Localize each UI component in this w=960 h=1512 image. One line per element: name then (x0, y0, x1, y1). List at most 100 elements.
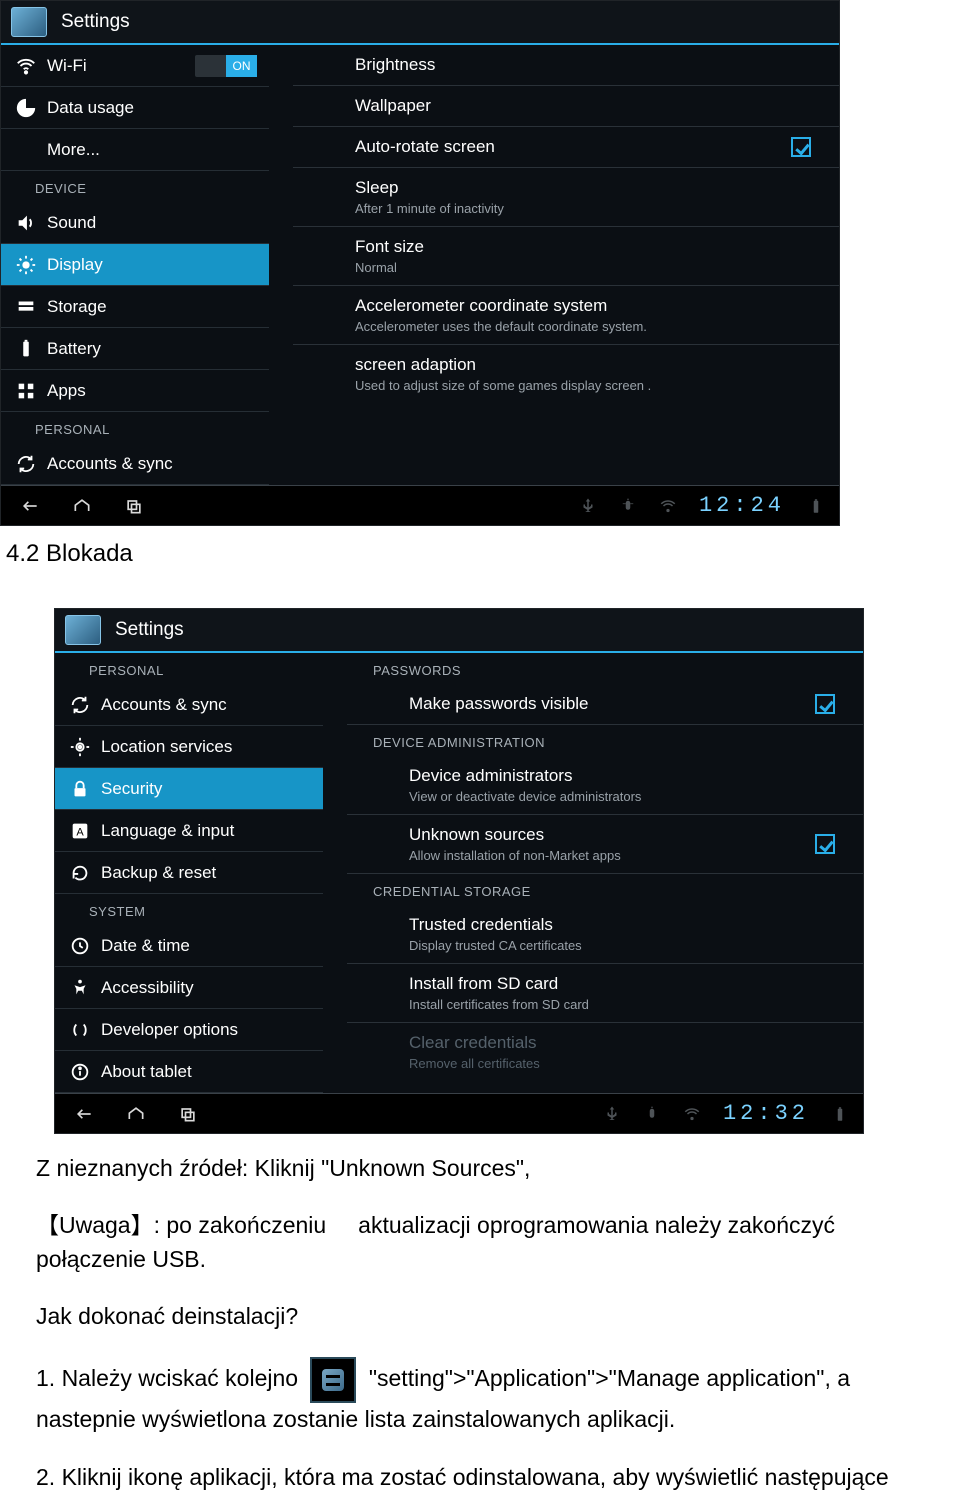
doc-uninstall-question: Jak dokonać deinstalacji? (36, 1300, 924, 1333)
sidebar-item-wifi[interactable]: Wi-Fi ON (1, 45, 269, 87)
section-header-personal: PERSONAL (55, 653, 323, 684)
system-navbar: 12:24 (1, 485, 839, 525)
sync-icon (69, 694, 91, 716)
sidebar-item-label: Display (47, 255, 257, 275)
settings-app-icon (65, 615, 101, 645)
setting-title: Font size (355, 237, 799, 257)
section-header-device: DEVICE (1, 171, 269, 202)
back-icon[interactable] (69, 1104, 99, 1124)
setting-font-size[interactable]: Font size Normal (293, 227, 839, 286)
info-icon (69, 1061, 91, 1083)
lock-icon (69, 778, 91, 800)
security-settings-panel: PASSWORDS Make passwords visible DEVICE … (323, 653, 863, 1093)
doc-uwaga-left: 【Uwaga】: po zakończeniu (36, 1212, 326, 1238)
usb-icon (579, 497, 597, 515)
home-icon[interactable] (67, 496, 97, 516)
setting-clear-credentials: Clear credentials Remove all certificate… (347, 1023, 863, 1081)
recent-apps-icon[interactable] (119, 496, 149, 516)
sidebar-item-security[interactable]: Security (55, 768, 323, 810)
setting-screen-adaption[interactable]: screen adaption Used to adjust size of s… (293, 345, 839, 403)
settings-app-icon (310, 1357, 356, 1403)
checkbox-icon[interactable] (791, 137, 811, 157)
setting-trusted-credentials[interactable]: Trusted credentials Display trusted CA c… (347, 905, 863, 964)
sidebar-item-language[interactable]: A Language & input (55, 810, 323, 852)
setting-subtitle: Remove all certificates (409, 1056, 823, 1071)
sidebar-item-label: Sound (47, 213, 257, 233)
setting-make-passwords-visible[interactable]: Make passwords visible (347, 684, 863, 725)
sidebar-item-accounts[interactable]: Accounts & sync (1, 443, 269, 485)
sidebar-item-accessibility[interactable]: Accessibility (55, 967, 323, 1009)
accessibility-icon (69, 977, 91, 999)
sidebar-item-accounts[interactable]: Accounts & sync (55, 684, 323, 726)
setting-wallpaper[interactable]: Wallpaper (293, 86, 839, 127)
setting-accelerometer[interactable]: Accelerometer coordinate system Accelero… (293, 286, 839, 345)
section-header-system: SYSTEM (55, 894, 323, 925)
sidebar-item-developer[interactable]: Developer options (55, 1009, 323, 1051)
sync-icon (15, 453, 37, 475)
apps-icon (15, 380, 37, 402)
settings-sidebar: PERSONAL Accounts & sync Location servic… (55, 653, 323, 1093)
data-usage-icon (15, 97, 37, 119)
sidebar-item-label: About tablet (101, 1062, 311, 1082)
navbar-clock: 12:24 (699, 493, 785, 518)
setting-subtitle: Display trusted CA certificates (409, 938, 823, 953)
setting-subtitle: Install certificates from SD card (409, 997, 823, 1012)
sidebar-item-about[interactable]: About tablet (55, 1051, 323, 1093)
sidebar-item-backup[interactable]: Backup & reset (55, 852, 323, 894)
doc-step-2: 2. Kliknij ikonę aplikacji, która ma zos… (36, 1461, 924, 1494)
debugging-icon (643, 1105, 661, 1123)
setting-title: Unknown sources (409, 825, 823, 845)
sidebar-item-data-usage[interactable]: Data usage (1, 87, 269, 129)
sidebar-item-battery[interactable]: Battery (1, 328, 269, 370)
checkbox-icon[interactable] (815, 834, 835, 854)
setting-title: Brightness (355, 55, 799, 75)
sidebar-item-label: Apps (47, 381, 257, 401)
svg-text:A: A (76, 826, 84, 838)
sidebar-item-label: Location services (101, 737, 311, 757)
sidebar-item-apps[interactable]: Apps (1, 370, 269, 412)
setting-title: Wallpaper (355, 96, 799, 116)
checkbox-icon[interactable] (815, 694, 835, 714)
setting-install-sd[interactable]: Install from SD card Install certificate… (347, 964, 863, 1023)
sidebar-item-label: Developer options (101, 1020, 311, 1040)
wifi-toggle[interactable]: ON (195, 55, 257, 77)
setting-sleep[interactable]: Sleep After 1 minute of inactivity (293, 168, 839, 227)
setting-device-administrators[interactable]: Device administrators View or deactivate… (347, 756, 863, 815)
backup-icon (69, 862, 91, 884)
wifi-status-icon (659, 497, 677, 515)
sidebar-item-storage[interactable]: Storage (1, 286, 269, 328)
setting-title: Trusted credentials (409, 915, 823, 935)
debugging-icon (619, 497, 637, 515)
back-icon[interactable] (15, 496, 45, 516)
setting-title: Auto-rotate screen (355, 137, 799, 157)
sidebar-item-location[interactable]: Location services (55, 726, 323, 768)
setting-unknown-sources[interactable]: Unknown sources Allow installation of no… (347, 815, 863, 874)
recent-apps-icon[interactable] (173, 1104, 203, 1124)
doc-uwaga-line: 【Uwaga】: po zakończeniu aktualizacji opr… (36, 1209, 924, 1276)
sidebar-item-label: Backup & reset (101, 863, 311, 883)
usb-icon (603, 1105, 621, 1123)
clock-icon (69, 935, 91, 957)
setting-brightness[interactable]: Brightness (293, 45, 839, 86)
setting-auto-rotate[interactable]: Auto-rotate screen (293, 127, 839, 168)
setting-subtitle: Accelerometer uses the default coordinat… (355, 319, 799, 334)
sidebar-item-sound[interactable]: Sound (1, 202, 269, 244)
app-title: Settings (61, 11, 130, 33)
location-icon (69, 736, 91, 758)
setting-subtitle: Used to adjust size of some games displa… (355, 378, 799, 393)
sidebar-item-display[interactable]: Display (1, 244, 269, 286)
sound-icon (15, 212, 37, 234)
doc-step1-a: 1. Należy wciskać kolejno (36, 1365, 298, 1391)
settings-app-icon (11, 7, 47, 37)
display-icon (15, 254, 37, 276)
home-icon[interactable] (121, 1104, 151, 1124)
section-4-2-heading: 4.2 Blokada (6, 540, 960, 568)
storage-icon (15, 296, 37, 318)
doc-step-1: 1. Należy wciskać kolejno "setting">"App… (36, 1357, 924, 1436)
sidebar-item-more[interactable]: More... (1, 129, 269, 171)
system-navbar: 12:32 (55, 1093, 863, 1133)
settings-sidebar: Wi-Fi ON Data usage More... DEVICE Sou (1, 45, 269, 485)
sidebar-item-label: Data usage (47, 98, 257, 118)
sidebar-item-date-time[interactable]: Date & time (55, 925, 323, 967)
setting-title: Device administrators (409, 766, 823, 786)
